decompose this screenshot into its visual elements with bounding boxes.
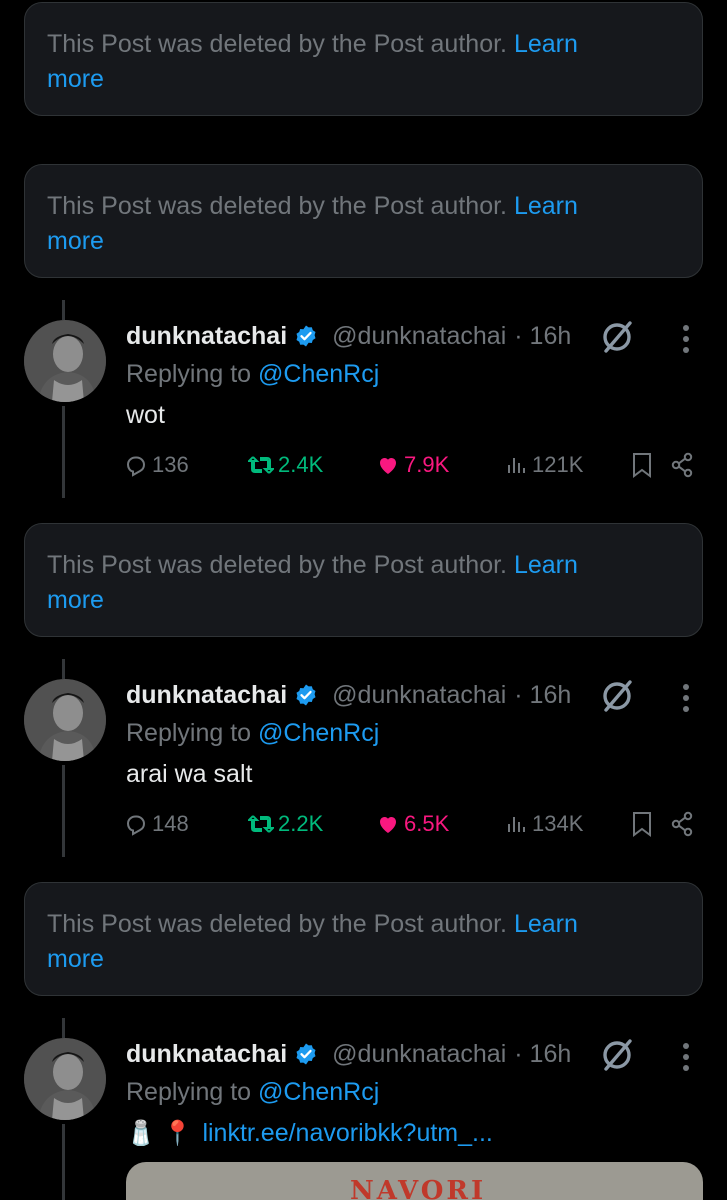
deleted-post-notice: This Post was deleted by the Post author… [24, 523, 703, 637]
like-button[interactable]: 7.9K [376, 448, 449, 482]
grok-icon[interactable] [598, 318, 636, 356]
tweet-text: arai wa salt [126, 760, 253, 788]
tweet-header: dunknatachai @dunknatachai · 16h [126, 318, 571, 354]
timestamp[interactable]: · 16h [514, 322, 571, 351]
avatar[interactable] [24, 320, 106, 402]
tweet-header: dunknatachai @dunknatachai · 16h [126, 1036, 571, 1072]
card-image-text: NAVORI [350, 1176, 487, 1200]
display-name[interactable]: dunknatachai [126, 1040, 287, 1069]
reply-thread: This Post was deleted by the Post author… [0, 0, 727, 1200]
views-count: 134K [532, 811, 584, 836]
tweet-text: 🧂 📍 linktr.ee/navoribkk?utm_... [126, 1119, 493, 1148]
more-dots-icon[interactable] [676, 1040, 696, 1074]
display-name[interactable]: dunknatachai [126, 322, 287, 351]
reply-icon [126, 815, 146, 836]
deleted-post-notice: This Post was deleted by the Post author… [24, 164, 703, 278]
salt-pin-emoji: 🧂 📍 [126, 1120, 193, 1147]
deleted-notice-text: This Post was deleted by the Post author… [47, 551, 507, 579]
like-count: 7.9K [404, 452, 450, 477]
reply-count: 136 [152, 452, 189, 477]
heart-icon [380, 458, 396, 474]
repost-count: 2.4K [278, 452, 324, 477]
verified-badge-icon [296, 1043, 316, 1065]
views-icon [508, 458, 525, 473]
link-card-image[interactable]: NAVORI [126, 1162, 703, 1200]
timestamp[interactable]: · 16h [514, 681, 571, 710]
repost-icon [248, 456, 274, 474]
bookmark-icon[interactable] [631, 452, 653, 478]
reply-button[interactable]: 148 [124, 807, 189, 841]
mention-link[interactable]: @ChenRcj [258, 360, 379, 388]
mention-link[interactable]: @ChenRcj [258, 719, 379, 747]
bookmark-icon[interactable] [631, 811, 653, 837]
tweet-link[interactable]: linktr.ee/navoribkk?utm_... [202, 1119, 492, 1148]
share-icon[interactable] [670, 811, 694, 837]
repost-button[interactable]: 2.2K [248, 807, 323, 841]
share-icon[interactable] [670, 452, 694, 478]
tweet-text: wot [126, 401, 165, 429]
repost-icon [248, 815, 274, 833]
more-dots-icon[interactable] [676, 322, 696, 356]
views-button[interactable]: 134K [506, 807, 583, 841]
deleted-post-notice: This Post was deleted by the Post author… [24, 2, 703, 116]
deleted-notice-text: This Post was deleted by the Post author… [47, 30, 507, 58]
timestamp[interactable]: · 16h [514, 1040, 571, 1069]
replying-to: Replying to @ChenRcj [126, 1078, 380, 1106]
like-count: 6.5K [404, 811, 450, 836]
views-count: 121K [532, 452, 584, 477]
heart-icon [380, 817, 396, 833]
replying-to: Replying to @ChenRcj [126, 360, 380, 388]
user-handle[interactable]: @dunknatachai [332, 1040, 506, 1069]
replying-to: Replying to @ChenRcj [126, 719, 380, 747]
user-handle[interactable]: @dunknatachai [332, 322, 506, 351]
tweet-actions: 136 2.4K 7.9K 121K [0, 448, 727, 482]
repost-count: 2.2K [278, 811, 324, 836]
like-button[interactable]: 6.5K [376, 807, 449, 841]
reply-icon [126, 456, 146, 477]
deleted-notice-text: This Post was deleted by the Post author… [47, 192, 507, 220]
avatar[interactable] [24, 1038, 106, 1120]
user-handle[interactable]: @dunknatachai [332, 681, 506, 710]
deleted-notice-text: This Post was deleted by the Post author… [47, 910, 507, 938]
views-button[interactable]: 121K [506, 448, 583, 482]
verified-badge-icon [296, 325, 316, 347]
grok-icon[interactable] [598, 1036, 636, 1074]
tweet[interactable]: dunknatachai @dunknatachai · 16h Replyin… [0, 659, 727, 869]
more-dots-icon[interactable] [676, 681, 696, 715]
reply-count: 148 [152, 811, 189, 836]
deleted-post-notice: This Post was deleted by the Post author… [24, 882, 703, 996]
tweet[interactable]: dunknatachai @dunknatachai · 16h Replyin… [0, 300, 727, 510]
tweet-header: dunknatachai @dunknatachai · 16h [126, 677, 571, 713]
grok-icon[interactable] [598, 677, 636, 715]
views-icon [508, 817, 525, 832]
tweet[interactable]: dunknatachai @dunknatachai · 16h Replyin… [0, 1018, 727, 1200]
display-name[interactable]: dunknatachai [126, 681, 287, 710]
verified-badge-icon [296, 684, 316, 706]
repost-button[interactable]: 2.4K [248, 448, 323, 482]
mention-link[interactable]: @ChenRcj [258, 1078, 379, 1106]
avatar[interactable] [24, 679, 106, 761]
tweet-actions: 148 2.2K 6.5K 134K [0, 807, 727, 841]
reply-button[interactable]: 136 [124, 448, 189, 482]
